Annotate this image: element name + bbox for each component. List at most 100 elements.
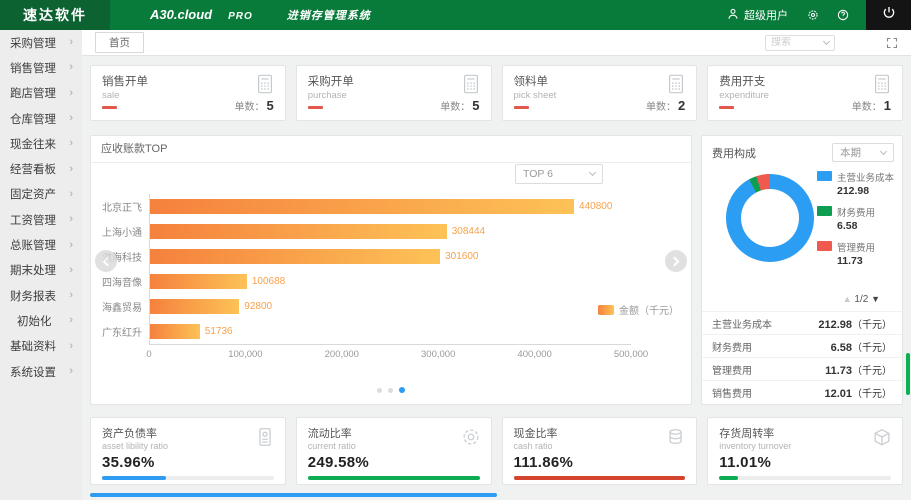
- period-select[interactable]: 本期: [832, 143, 894, 162]
- user-menu[interactable]: 超级用户: [726, 7, 788, 24]
- kpi-value: 249.58%: [308, 454, 480, 471]
- sidebar-item-general-ledger[interactable]: 总账管理›: [0, 232, 82, 257]
- sidebar-item-warehouse-mgmt[interactable]: 仓库管理›: [0, 106, 82, 131]
- sidebar-item-label: 固定资产: [10, 186, 56, 202]
- card-purchase-order[interactable]: 采购开单 purchase 单数：5: [296, 65, 492, 121]
- card-sale-order[interactable]: 销售开单 sale 单数：5: [90, 65, 286, 121]
- vertical-scrollbar[interactable]: [906, 353, 910, 395]
- x-tick: 200,000: [325, 349, 359, 360]
- sidebar-item-payroll-mgmt[interactable]: 工资管理›: [0, 207, 82, 232]
- receivable-bar-fill: [150, 199, 574, 214]
- x-axis: 0 100,000 200,000 300,000 400,000 500,00…: [149, 344, 631, 360]
- sidebar-item-purchase-mgmt[interactable]: 采购管理›: [0, 30, 82, 55]
- bar-category-label: 四海音像: [101, 274, 149, 289]
- chevron-right-icon: ›: [69, 37, 73, 48]
- kpi-progress-track: [719, 476, 891, 480]
- x-tick: 400,000: [517, 349, 551, 360]
- legend-label: 金额（千元）: [619, 302, 679, 317]
- bar-value-label: 308444: [452, 226, 485, 237]
- sidebar-item-period-end[interactable]: 期末处理›: [0, 258, 82, 283]
- sidebar-item-store-visit-mgmt[interactable]: 跑店管理›: [0, 81, 82, 106]
- main-row: 应收账款TOP TOP 6 北京正飞 440800 上海小通 308444 洪海…: [90, 135, 903, 405]
- count-value: 1: [884, 98, 891, 113]
- search-input[interactable]: [771, 37, 813, 48]
- sidebar-item-cash-flow[interactable]: 现金往来›: [0, 131, 82, 156]
- pager-down-icon[interactable]: ▼: [871, 294, 880, 304]
- search-box[interactable]: [765, 35, 835, 51]
- summary-cards-row: 销售开单 sale 单数：5 采购开单 purchase 单数：5 领料单 pi…: [90, 65, 903, 121]
- bar-category-label: 北京正飞: [101, 199, 149, 214]
- bar-value-label: 440800: [579, 201, 612, 212]
- carousel-dot[interactable]: [377, 388, 382, 393]
- sidebar-item-system-settings[interactable]: 系统设置›: [0, 359, 82, 384]
- bar-value-label: 51736: [205, 326, 233, 337]
- count-value: 5: [267, 98, 274, 113]
- expense-value: 6.58: [831, 342, 852, 354]
- pager-label: 1/2: [854, 294, 868, 305]
- expense-unit: （千元）: [852, 366, 892, 377]
- topbar-right: 超级用户: [726, 0, 911, 30]
- sidebar-item-label: 仓库管理: [10, 111, 56, 127]
- kpi-subtitle: inventory turnover: [719, 441, 891, 451]
- kpi-title: 资产负债率: [102, 425, 274, 441]
- count-badge: 单数：5: [440, 98, 479, 113]
- bar-category-label: 广东红升: [101, 324, 149, 339]
- kpi-cash-ratio[interactable]: 现金比率 cash ratio 111.86%: [502, 417, 698, 485]
- bar-category-label: 海鑫贸易: [101, 299, 149, 314]
- horizontal-scrollbar[interactable]: [90, 493, 497, 497]
- carousel-prev-button[interactable]: [95, 250, 117, 272]
- bar-row: 广东红升 51736: [101, 319, 631, 344]
- sidebar-item-fixed-assets[interactable]: 固定资产›: [0, 182, 82, 207]
- card-expenditure[interactable]: 费用开支 expenditure 单数：1: [707, 65, 903, 121]
- kpi-title: 现金比率: [514, 425, 686, 441]
- expense-panel: 费用构成 本期 主营业务成本 212.98 财务费用: [701, 135, 903, 405]
- top-n-select[interactable]: TOP 6: [515, 164, 603, 184]
- user-name: 超级用户: [744, 7, 788, 23]
- settings-icon[interactable]: [806, 8, 820, 22]
- chevron-right-icon: ›: [69, 341, 73, 352]
- count-badge: 单数：2: [646, 98, 685, 113]
- chevron-right-icon: ›: [69, 88, 73, 99]
- sidebar-item-initialization[interactable]: 初始化›: [0, 308, 82, 333]
- sidebar-item-business-board[interactable]: 经营看板›: [0, 156, 82, 181]
- invoice-calculator-icon: [254, 73, 276, 100]
- accent-dash: [719, 106, 734, 109]
- receivable-bar-fill: [150, 299, 239, 314]
- kpi-progress-track: [308, 476, 480, 480]
- card-pick-sheet[interactable]: 领料单 pick sheet 单数：2: [502, 65, 698, 121]
- tab-home[interactable]: 首页: [95, 32, 144, 53]
- bar-value-label: 301600: [445, 251, 478, 262]
- id-card-icon: [254, 426, 276, 453]
- coins-icon: [665, 426, 687, 453]
- bar-row: 洪海科技 301600: [101, 244, 631, 269]
- sidebar-item-financial-reports[interactable]: 财务报表›: [0, 283, 82, 308]
- product-name: A30.cloud: [150, 7, 212, 22]
- kpi-progress-track: [102, 476, 274, 480]
- pager-up-icon[interactable]: ▲: [843, 294, 852, 304]
- legend-swatch: [598, 305, 614, 315]
- expense-value: 11.73: [825, 365, 852, 377]
- bar-value-label: 92800: [244, 301, 272, 312]
- carousel-dot[interactable]: [388, 388, 393, 393]
- logout-power-button[interactable]: [866, 0, 911, 30]
- help-icon[interactable]: [836, 8, 850, 22]
- sidebar: 采购管理› 销售管理› 跑店管理› 仓库管理› 现金往来› 经营看板› 固定资产…: [0, 30, 82, 500]
- fullscreen-icon[interactable]: [886, 37, 898, 49]
- sidebar-item-basic-data[interactable]: 基础资料›: [0, 334, 82, 359]
- count-label: 单数：: [235, 102, 265, 113]
- kpi-asset-liability-ratio[interactable]: 资产负债率 asset libility ratio 35.96%: [90, 417, 286, 485]
- sidebar-item-sales-mgmt[interactable]: 销售管理›: [0, 55, 82, 80]
- sidebar-item-label: 经营看板: [10, 161, 56, 177]
- chevron-right-icon: ›: [69, 265, 73, 276]
- user-icon: [726, 7, 740, 24]
- carousel-next-button[interactable]: [665, 250, 687, 272]
- kpi-current-ratio[interactable]: 流动比率 current ratio 249.58%: [296, 417, 492, 485]
- kpi-inventory-turnover[interactable]: 存货周转率 inventory turnover 11.01%: [707, 417, 903, 485]
- kpi-title: 存货周转率: [719, 425, 891, 441]
- invoice-calculator-icon: [871, 73, 893, 100]
- chevron-right-icon: ›: [69, 290, 73, 301]
- carousel-dot-active[interactable]: [399, 387, 405, 393]
- count-value: 2: [678, 98, 685, 113]
- count-badge: 单数：5: [235, 98, 274, 113]
- kpi-value: 111.86%: [514, 454, 686, 471]
